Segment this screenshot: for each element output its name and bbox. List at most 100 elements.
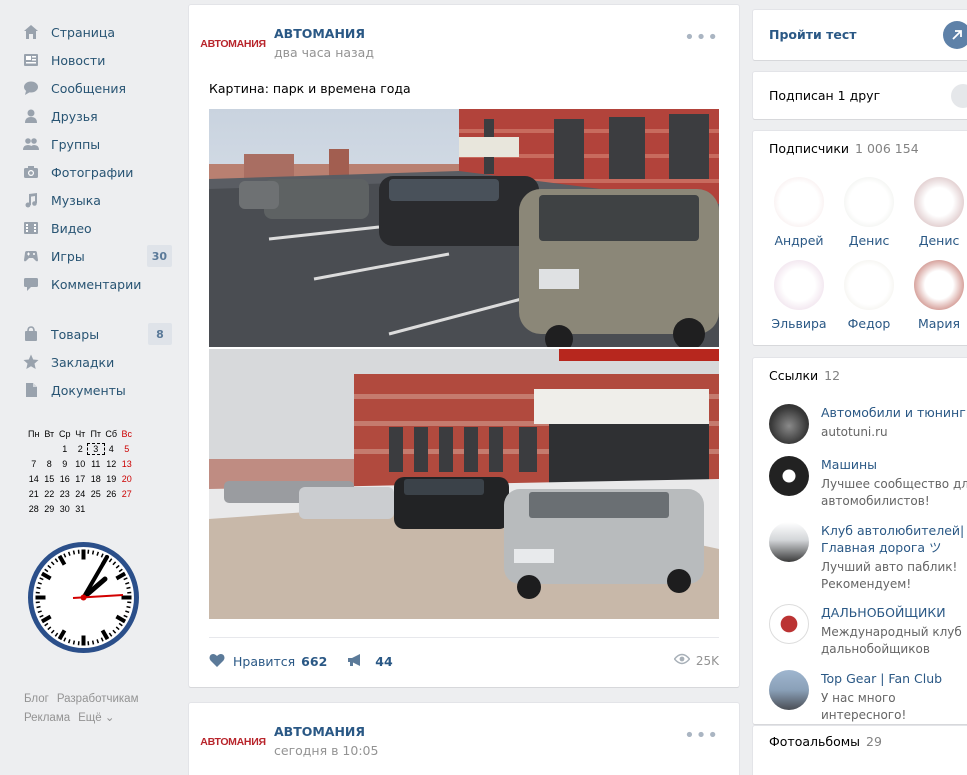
calendar-day[interactable]: 23 (57, 489, 73, 499)
more-options-icon[interactable]: ••• (684, 725, 719, 746)
links-card: Ссылки 12 Автомобили и тюнинг autotuni.ru… (753, 358, 967, 724)
calendar-day[interactable]: 7 (26, 459, 42, 469)
calendar-day-today[interactable]: 3 (87, 442, 105, 455)
post-author[interactable]: АВТОМАНИЯ (274, 724, 365, 739)
nav-item-games[interactable]: Игры 30 (22, 244, 174, 268)
more-options-icon[interactable]: ••• (684, 27, 719, 48)
link-title[interactable]: Машины (821, 456, 967, 473)
subscriber[interactable]: Андрей (764, 177, 834, 248)
subscribers-count: 1 006 154 (855, 141, 919, 156)
nav-item-video[interactable]: Видео (22, 216, 174, 240)
community-logo[interactable]: АВТОМАНИЯ (200, 731, 266, 753)
calendar-day[interactable]: 11 (88, 459, 104, 469)
calendar-day[interactable]: 9 (57, 459, 73, 469)
link-title[interactable]: Автомобили и тюнинг (821, 404, 967, 421)
nav-item-photos[interactable]: Фотографии (22, 160, 174, 184)
calendar-day[interactable]: 18 (88, 474, 104, 484)
calendar-day[interactable]: 5 (119, 444, 135, 454)
calendar-day[interactable]: 20 (119, 474, 135, 484)
share-button[interactable]: 44 (347, 653, 393, 670)
market-icon (22, 326, 40, 342)
nav-item-messages[interactable]: Сообщения (22, 76, 174, 100)
calendar-day[interactable]: 16 (57, 474, 73, 484)
more-link[interactable]: Ещё ⌄ (78, 712, 114, 724)
avatar (774, 177, 824, 227)
like-button[interactable]: Нравится 662 (209, 653, 327, 670)
nav-item-page[interactable]: Страница (22, 20, 174, 44)
nav-item-news[interactable]: Новости (22, 48, 174, 72)
post-actions: Нравится 662 44 (209, 653, 393, 670)
albums-card: Фотоальбомы 29 (753, 726, 967, 775)
calendar-day[interactable]: 31 (73, 504, 89, 514)
friends-subscribed-label: Подписан 1 друг (769, 88, 881, 103)
nav-item-comments[interactable]: Комментарии (22, 272, 174, 296)
subscriber-name: Федор (847, 316, 891, 331)
post-author[interactable]: АВТОМАНИЯ (274, 26, 365, 41)
subscriber[interactable]: Эльвира (764, 260, 834, 331)
subscriber[interactable]: Денис (904, 177, 967, 248)
subscribers-title[interactable]: Подписчики 1 006 154 (769, 141, 919, 156)
subscriber-name: Денис (918, 233, 960, 248)
calendar-day[interactable]: 4 (104, 444, 120, 454)
calendar-day[interactable]: 2 (73, 444, 89, 454)
post-photo[interactable] (209, 349, 719, 619)
link-item[interactable]: Top Gear | Fan Club У нас много интересн… (769, 670, 967, 722)
clock-tick (126, 586, 131, 590)
nav-item-friends[interactable]: Друзья (22, 104, 174, 128)
nav-item-groups[interactable]: Группы (22, 132, 174, 156)
calendar-day[interactable]: 17 (73, 474, 89, 484)
calendar-day[interactable]: 14 (26, 474, 42, 484)
nav-label: Фотографии (51, 164, 134, 180)
developers-link[interactable]: Разработчикам (57, 693, 139, 705)
post-time[interactable]: два часа назад (274, 45, 374, 60)
friends-subscribed-card[interactable]: Подписан 1 друг (753, 72, 967, 119)
link-item[interactable]: ДАЛЬНОБОЙЩИКИ Международный клуб дальноб… (769, 604, 967, 659)
subscriber-name: Денис (848, 233, 890, 248)
calendar-day[interactable]: 27 (119, 489, 135, 499)
nav-item-market[interactable]: Товары 8 (22, 322, 174, 346)
link-item[interactable]: Машины Лучшее сообщество для автомобилис… (769, 456, 967, 511)
post-time[interactable]: сегодня в 10:05 (274, 743, 378, 758)
calendar-day[interactable]: 26 (104, 489, 120, 499)
link-item[interactable]: Автомобили и тюнинг autotuni.ru (769, 404, 967, 444)
subscriber[interactable]: Мария (904, 260, 967, 331)
calendar-day[interactable]: 30 (57, 504, 73, 514)
link-title[interactable]: Top Gear | Fan Club (821, 670, 967, 687)
calendar-day-name: Сб (105, 428, 118, 439)
home-icon (22, 24, 40, 40)
calendar-day[interactable]: 15 (42, 474, 58, 484)
nav-item-music[interactable]: Музыка (22, 188, 174, 212)
links-title[interactable]: Ссылки 12 (769, 368, 840, 383)
calendar-day[interactable]: 8 (42, 459, 58, 469)
take-test-card[interactable]: Пройти тест (753, 10, 967, 60)
calendar-day[interactable]: 29 (42, 504, 58, 514)
calendar-day[interactable]: 12 (104, 459, 120, 469)
calendar-day[interactable]: 10 (73, 459, 89, 469)
albums-title-text: Фотоальбомы (769, 734, 861, 749)
feed-post: АВТОМАНИЯ АВТОМАНИЯ два часа назад ••• К… (189, 5, 739, 687)
community-logo[interactable]: АВТОМАНИЯ (200, 33, 266, 55)
ads-link[interactable]: Реклама (24, 712, 70, 724)
albums-title[interactable]: Фотоальбомы 29 (769, 734, 882, 749)
calendar-day[interactable]: 1 (57, 444, 73, 454)
link-title[interactable]: Клуб автолюбителей| Главная дорога ツ (821, 522, 967, 556)
subscriber[interactable]: Федор (834, 260, 904, 331)
calendar-day[interactable]: 25 (88, 489, 104, 499)
calendar-day[interactable]: 19 (104, 474, 120, 484)
nav-item-documents[interactable]: Документы (22, 378, 174, 402)
subscriber[interactable]: Денис (834, 177, 904, 248)
link-title[interactable]: ДАЛЬНОБОЙЩИКИ (821, 604, 967, 621)
feed-post: АВТОМАНИЯ АВТОМАНИЯ сегодня в 10:05 ••• (189, 703, 739, 775)
calendar-day-name: Пн (28, 428, 40, 439)
calendar-day[interactable]: 22 (42, 489, 58, 499)
calendar-day[interactable]: 28 (26, 504, 42, 514)
calendar-day[interactable]: 24 (73, 489, 89, 499)
link-item[interactable]: Клуб автолюбителей| Главная дорога ツ Луч… (769, 522, 967, 594)
calendar-day[interactable]: 21 (26, 489, 42, 499)
nav-item-bookmarks[interactable]: Закладки (22, 350, 174, 374)
post-photo[interactable] (209, 109, 719, 347)
nav-label: Группы (51, 136, 101, 152)
games-count-badge: 30 (146, 245, 172, 267)
blog-link[interactable]: Блог (24, 693, 49, 705)
calendar-day[interactable]: 13 (119, 459, 135, 469)
